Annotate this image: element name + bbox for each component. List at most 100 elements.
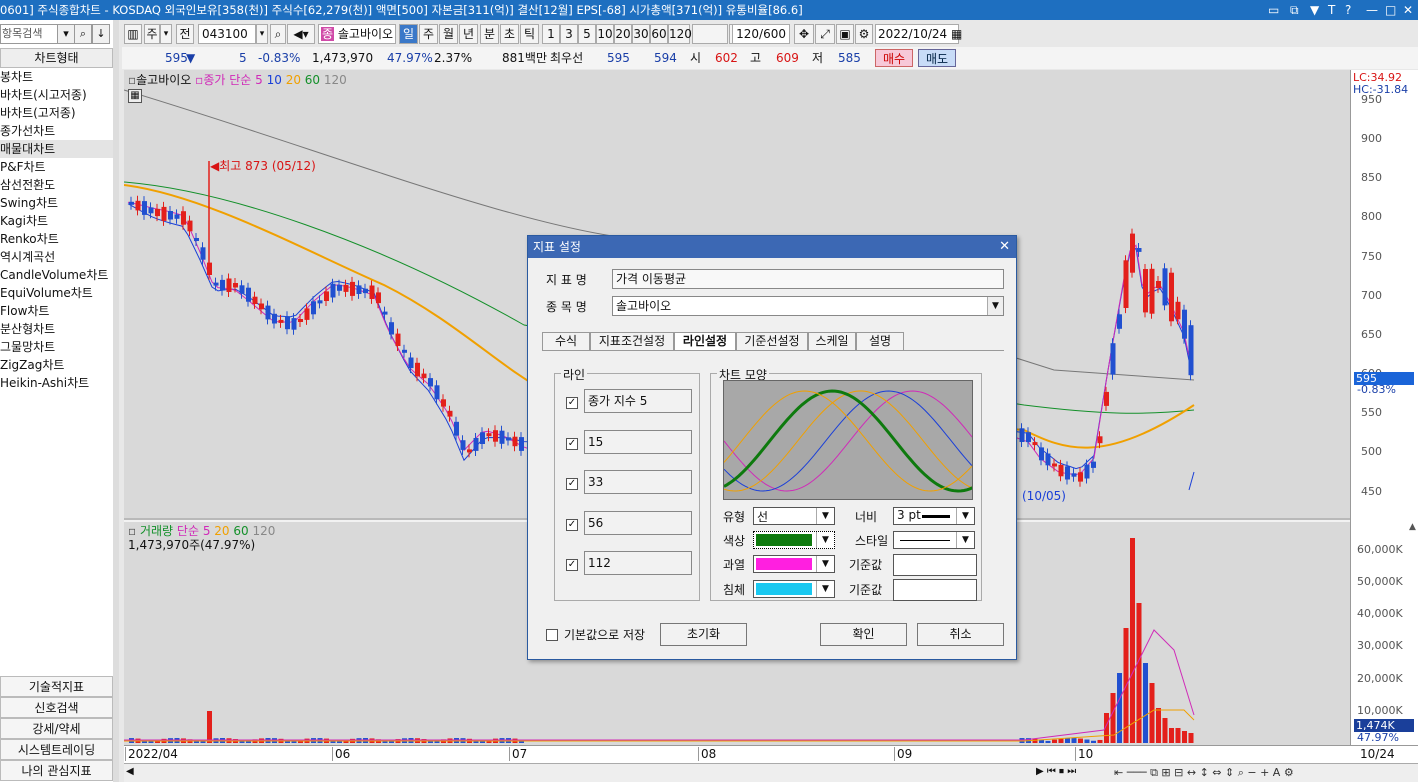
ok-button[interactable]: 확인 [820, 623, 907, 646]
chevron-down-icon[interactable]: ▾ [256, 24, 268, 44]
sidebar-item[interactable]: 봉차트 [0, 68, 113, 86]
num-20[interactable]: 20 [614, 24, 632, 44]
calendar-icon[interactable]: ▦ [951, 27, 962, 41]
maximize-icon[interactable]: □ [1385, 0, 1396, 20]
tab-baseline[interactable]: 기준선설정 [736, 332, 808, 351]
sidebar-item[interactable]: 매물대차트 [0, 140, 113, 158]
base-input-1[interactable] [893, 554, 977, 576]
tab-line-settings[interactable]: 라인설정 [674, 332, 736, 351]
sidebar-item[interactable]: 바차트(시고저종) [0, 86, 113, 104]
prev-button[interactable]: 전 [176, 24, 194, 44]
chevron-down-icon[interactable]: ▼ [956, 532, 974, 548]
crosshair-icon[interactable]: ✥ [794, 24, 814, 44]
line-field-1[interactable]: 종가 지수 5 [584, 389, 692, 413]
chevron-down-icon[interactable]: ▼ [816, 532, 834, 548]
sidebar-item[interactable]: Heikin-Ashi차트 [0, 374, 113, 392]
pin-icon[interactable]: ▼ [1310, 0, 1319, 20]
tab-strength[interactable]: 강세/약세 [0, 718, 113, 739]
unit-week[interactable]: 주 [419, 24, 438, 44]
sidebar-item[interactable]: ZigZag차트 [0, 356, 113, 374]
line-field-5[interactable]: 112 [584, 551, 692, 575]
chevron-down-icon[interactable]: ▼ [956, 508, 974, 524]
unit-minute[interactable]: 분 [480, 24, 499, 44]
line-field-3[interactable]: 33 [584, 470, 692, 494]
sidebar-item[interactable]: Renko차트 [0, 230, 113, 248]
close-icon[interactable]: ✕ [1403, 0, 1413, 20]
tab-technical[interactable]: 기술적지표 [0, 676, 113, 697]
speaker-icon[interactable]: ◀▾ [287, 24, 315, 44]
num-1[interactable]: 1 [542, 24, 560, 44]
tab-scale[interactable]: 스케일 [808, 332, 856, 351]
period-select[interactable]: 주 [144, 24, 160, 44]
zoom-icon[interactable]: ⤢ [815, 24, 835, 44]
gear-icon[interactable]: ⚙ [855, 24, 873, 44]
custom-number-select[interactable] [692, 24, 728, 44]
sidebar-item[interactable]: 역시계곡선 [0, 248, 113, 266]
line-checkbox-3[interactable]: ✓ [566, 478, 578, 490]
stock-name-field[interactable]: 종 솔고바이오 [318, 24, 396, 44]
line-checkbox-2[interactable]: ✓ [566, 438, 578, 450]
chevron-down-icon[interactable]: ▼ [816, 508, 834, 524]
dropdown-icon[interactable]: ▾ [57, 24, 75, 44]
reset-button[interactable]: 초기화 [660, 623, 747, 646]
tab-description[interactable]: 설명 [856, 332, 904, 351]
help-icon[interactable]: ? [1345, 0, 1351, 20]
scroll-up-icon[interactable]: ▲ [1409, 522, 1416, 532]
cancel-button[interactable]: 취소 [917, 623, 1004, 646]
base-input-2[interactable] [893, 579, 977, 601]
sidebar-item[interactable]: 그물망차트 [0, 338, 113, 356]
play-controls[interactable]: ▶ ⏮ ⏹ ⏭ [1036, 766, 1076, 777]
sidebar-item[interactable]: 바차트(고저종) [0, 104, 113, 122]
layout-icon[interactable]: ▥ [124, 24, 142, 44]
minimize-icon[interactable]: — [1366, 0, 1378, 20]
under-color-select[interactable]: ▼ [753, 580, 835, 598]
date-input[interactable]: 2022/10/24 ▦ [875, 24, 962, 44]
style-select[interactable]: ▼ [893, 531, 975, 549]
unit-tick[interactable]: 틱 [520, 24, 539, 44]
count-input[interactable]: 120/600 [732, 24, 790, 44]
sidebar-item[interactable]: Flow차트 [0, 302, 113, 320]
color-select[interactable]: ▼ [753, 531, 835, 549]
save-default-checkbox[interactable] [546, 629, 558, 641]
unit-month[interactable]: 월 [439, 24, 458, 44]
num-30[interactable]: 30 [632, 24, 650, 44]
chevron-down-icon[interactable]: ▾ [160, 24, 172, 44]
close-icon[interactable]: ✕ [999, 236, 1010, 258]
code-input[interactable]: 043100 [198, 24, 256, 44]
num-120[interactable]: 120 [668, 24, 692, 44]
line-field-4[interactable]: 56 [584, 511, 692, 535]
down-arrow-icon[interactable]: ↓ [92, 24, 110, 44]
line-checkbox-1[interactable]: ✓ [566, 397, 578, 409]
num-3[interactable]: 3 [560, 24, 578, 44]
sell-button[interactable]: 매도 [918, 49, 956, 67]
save-icon[interactable]: ▣ [836, 24, 854, 44]
sidebar-item[interactable]: Kagi차트 [0, 212, 113, 230]
tab-formula[interactable]: 수식 [542, 332, 590, 351]
sidebar-item[interactable]: 종가선차트 [0, 122, 113, 140]
tile-icon[interactable]: ⧉ [1290, 0, 1299, 20]
unit-year[interactable]: 년 [459, 24, 478, 44]
tab-my-indicators[interactable]: 나의 관심지표 [0, 760, 113, 781]
line-checkbox-5[interactable]: ✓ [566, 559, 578, 571]
chevron-down-icon[interactable]: ▼ [816, 556, 834, 572]
sidebar-item[interactable]: EquiVolume차트 [0, 284, 113, 302]
tab-system-trading[interactable]: 시스템트레이딩 [0, 739, 113, 760]
chevron-down-icon[interactable]: ▼ [987, 297, 1003, 315]
over-color-select[interactable]: ▼ [753, 555, 835, 573]
num-10[interactable]: 10 [596, 24, 614, 44]
width-select[interactable]: 3 pt ▼ [893, 507, 975, 525]
chart-scrollbar[interactable]: ◀ ▶ ⏮ ⏹ ⏭ ⇤ ─── ⧉ ⊞ ⊟ ↔ ↕ ⇔ ⇕ ⌕ − + A ⚙ [124, 763, 1418, 782]
num-5[interactable]: 5 [578, 24, 596, 44]
sidebar-item[interactable]: Swing차트 [0, 194, 113, 212]
tab-signal-search[interactable]: 신호검색 [0, 697, 113, 718]
type-select[interactable]: 선 ▼ [753, 507, 835, 525]
search-input[interactable]: 항목검색 [0, 24, 58, 44]
unit-second[interactable]: 초 [500, 24, 519, 44]
unit-day[interactable]: 일 [399, 24, 418, 44]
search-icon[interactable]: ⌕ [270, 24, 286, 44]
chart-tools-icons[interactable]: ⇤ ─── ⧉ ⊞ ⊟ ↔ ↕ ⇔ ⇕ ⌕ − + A ⚙ [1114, 766, 1294, 780]
indicator-name-field[interactable]: 가격 이동평균 [612, 269, 1004, 289]
stock-name-select[interactable]: 솔고바이오 ▼ [612, 296, 1004, 316]
buy-button[interactable]: 매수 [875, 49, 913, 67]
sidebar-item[interactable]: 분산형차트 [0, 320, 113, 338]
